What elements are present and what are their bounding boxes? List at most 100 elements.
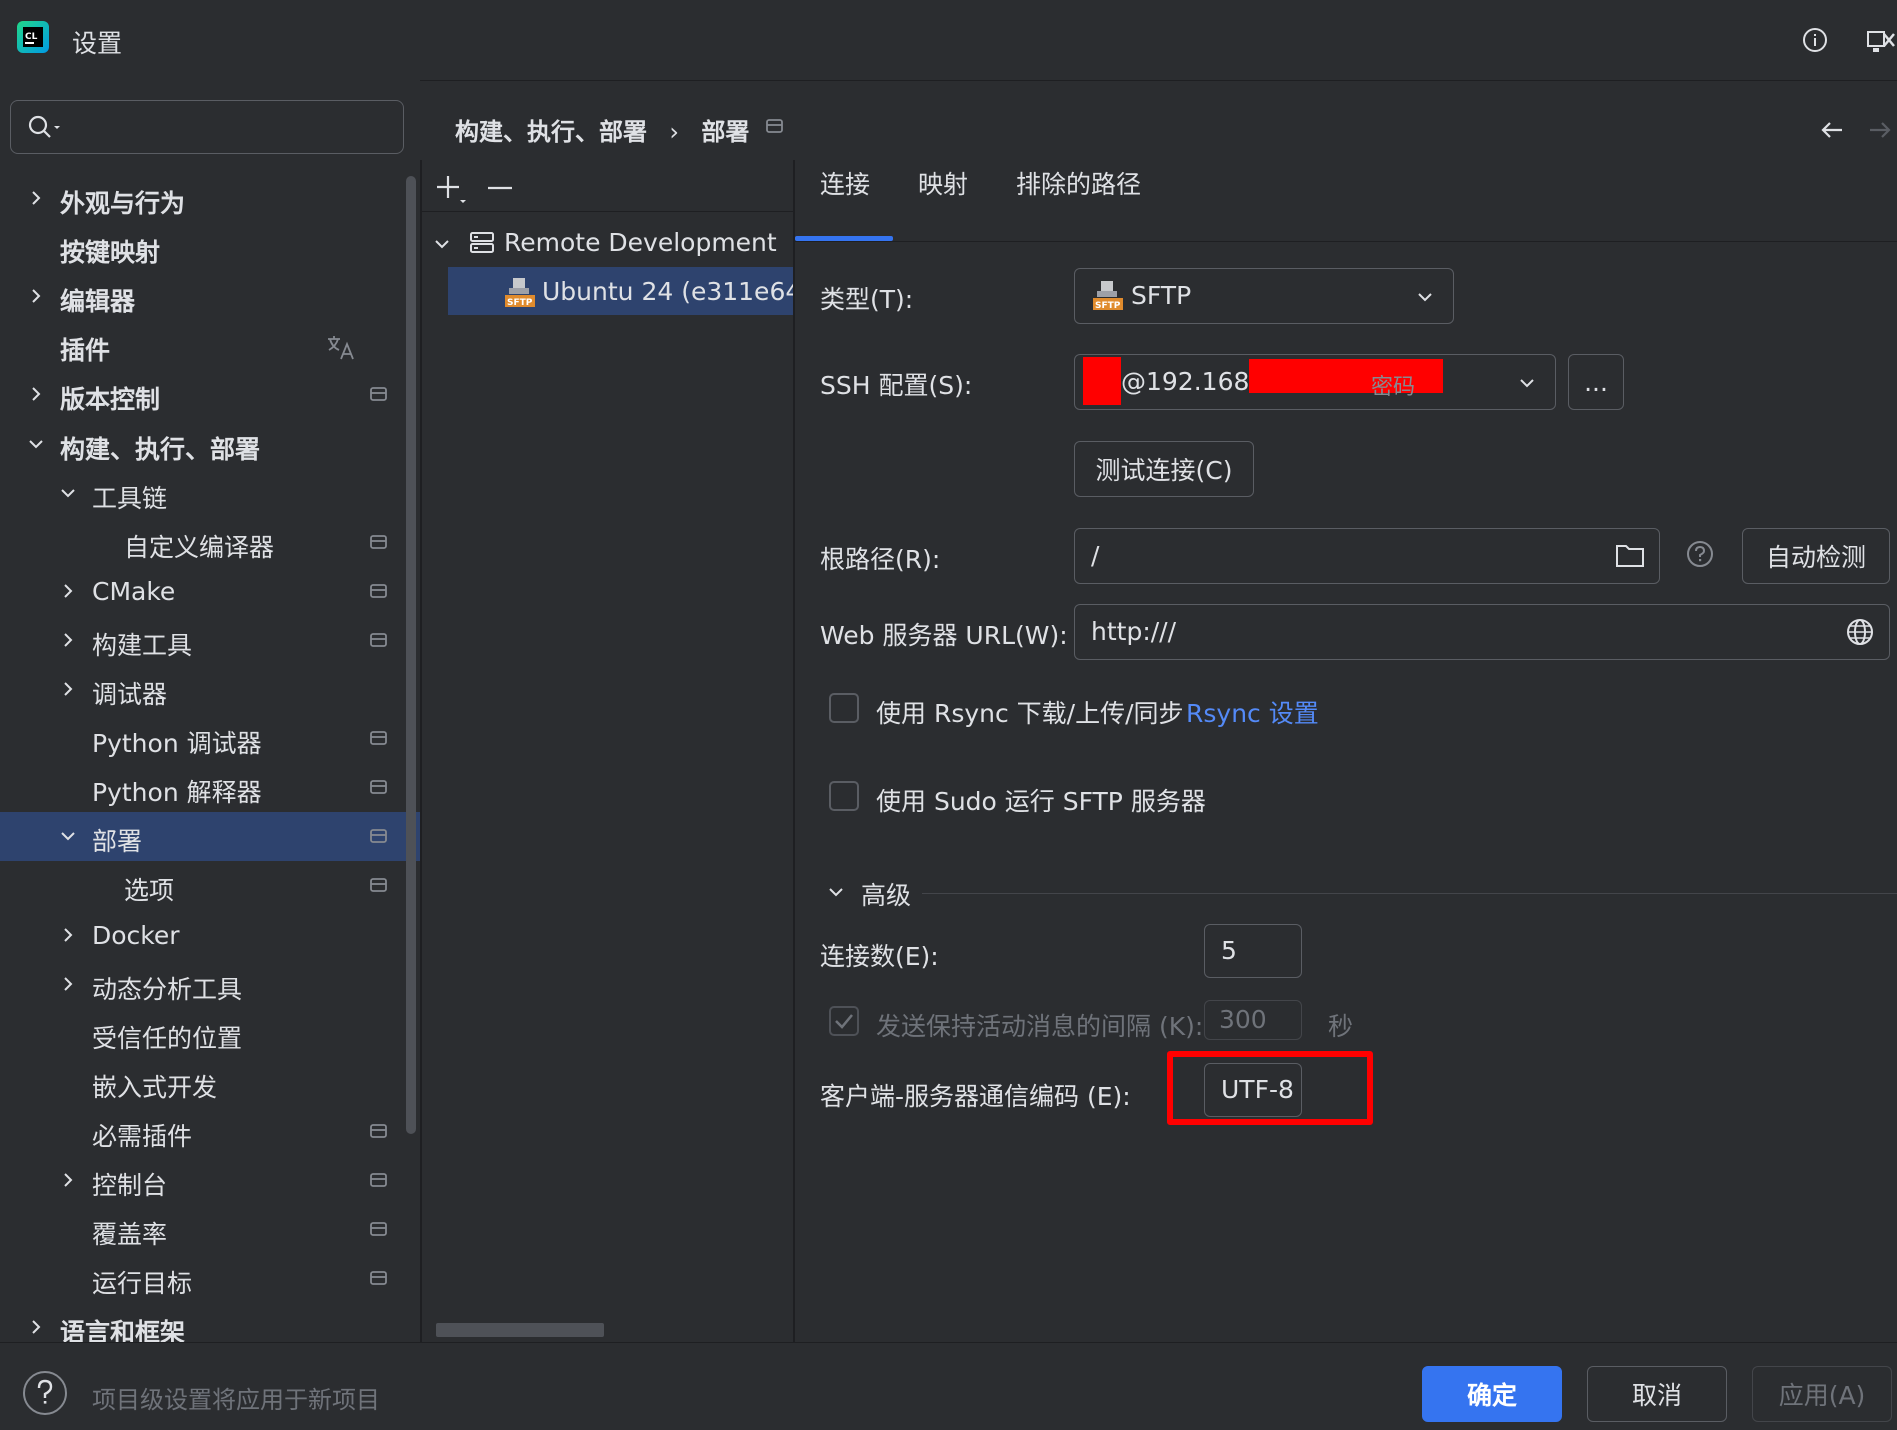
chevron-down-icon[interactable] — [826, 882, 846, 902]
sidebar-item[interactable]: 构建工具 — [0, 616, 420, 665]
auto-detect-button[interactable]: 自动检测 — [1742, 528, 1890, 584]
chevron-right-icon[interactable] — [58, 925, 78, 945]
sidebar-item[interactable]: 版本控制 — [0, 370, 420, 419]
chevron-right-icon[interactable] — [58, 1170, 78, 1190]
sidebar-item[interactable]: 构建、执行、部署 — [0, 420, 420, 469]
advanced-section-title[interactable]: 高级 — [861, 876, 911, 912]
ssh-config-more-button[interactable]: ... — [1568, 354, 1624, 410]
back-arrow-icon[interactable] — [1818, 116, 1846, 144]
tab-connection[interactable]: 连接 — [820, 165, 870, 201]
sidebar-item-label: 控制台 — [92, 1171, 168, 1200]
sidebar-item[interactable]: 动态分析工具 — [0, 960, 420, 1009]
type-label: 类型(T): — [820, 285, 914, 314]
sidebar-item-label: 构建、执行、部署 — [60, 434, 261, 464]
add-server-icon[interactable] — [434, 172, 468, 206]
chevron-down-icon — [1517, 373, 1537, 393]
server-group-icon — [469, 230, 495, 256]
chevron-down-icon[interactable] — [432, 234, 452, 254]
project-level-icon — [370, 632, 388, 648]
ok-button[interactable]: 确定 — [1422, 1366, 1562, 1422]
sidebar-item[interactable]: 控制台 — [0, 1156, 420, 1205]
rsync-label: 使用 Rsync 下载/上传/同步 — [876, 699, 1184, 728]
server-list-scrollbar[interactable] — [436, 1323, 604, 1337]
project-level-icon — [766, 118, 784, 134]
sidebar-item[interactable]: Python 调试器 — [0, 714, 420, 763]
web-url-input[interactable]: http:/// — [1074, 604, 1890, 660]
sidebar-scrollbar[interactable] — [406, 176, 416, 1134]
project-level-icon — [370, 583, 388, 599]
sidebar-item[interactable]: 工具链 — [0, 469, 420, 518]
server-group-label[interactable]: Remote Development — [504, 228, 777, 257]
cancel-button[interactable]: 取消 — [1587, 1366, 1727, 1422]
sidebar-item[interactable]: 编辑器 — [0, 272, 420, 321]
sidebar-item[interactable]: 受信任的位置 — [0, 1009, 420, 1058]
chevron-right-icon[interactable] — [58, 679, 78, 699]
sidebar-item-label: 必需插件 — [92, 1121, 193, 1151]
sidebar-item[interactable]: Python 解释器 — [0, 763, 420, 812]
type-select[interactable]: SFTP SFTP — [1074, 268, 1454, 324]
project-level-icon — [370, 1221, 388, 1237]
sidebar-item[interactable]: 外观与行为 — [0, 174, 420, 223]
sidebar-item[interactable]: 运行目标 — [0, 1254, 420, 1303]
connections-input[interactable]: 5 — [1204, 924, 1302, 978]
chevron-right-icon[interactable] — [58, 630, 78, 650]
ssh-password-hint: 密码 — [1371, 375, 1416, 400]
forward-arrow-icon[interactable] — [1866, 116, 1894, 144]
sidebar-item[interactable]: CMake — [0, 567, 420, 616]
sidebar-item-label: 选项 — [124, 876, 175, 906]
tab-mappings[interactable]: 映射 — [918, 165, 968, 201]
globe-icon[interactable] — [1845, 617, 1875, 647]
sidebar-item[interactable]: 部署 — [0, 812, 420, 862]
sidebar-item-label: Python 解释器 — [92, 778, 262, 808]
sidebar-item[interactable]: 按键映射 — [0, 223, 420, 272]
sidebar-item-label: 编辑器 — [60, 287, 136, 317]
test-connection-button[interactable]: 测试连接(C) — [1074, 441, 1254, 497]
chevron-right-icon[interactable] — [26, 188, 46, 208]
sidebar-item[interactable]: 必需插件 — [0, 1107, 420, 1156]
root-path-input[interactable]: / — [1074, 528, 1660, 584]
help-icon[interactable] — [22, 1370, 68, 1416]
connections-value: 5 — [1221, 936, 1237, 965]
search-input[interactable] — [10, 100, 404, 154]
window-layout-icon[interactable] — [1866, 26, 1897, 56]
chevron-right-icon[interactable] — [26, 1317, 46, 1337]
ssh-config-select[interactable]: @192.168.1 密码 — [1074, 354, 1556, 410]
sidebar-item[interactable]: 调试器 — [0, 665, 420, 714]
apply-button[interactable]: 应用(A) — [1752, 1366, 1892, 1422]
sidebar-item[interactable]: 自定义编译器 — [0, 518, 420, 567]
rsync-checkbox[interactable] — [829, 693, 859, 723]
project-level-icon — [370, 877, 388, 893]
project-level-icon — [370, 828, 388, 844]
chevron-down-icon[interactable] — [58, 826, 78, 846]
sidebar-item[interactable]: 选项 — [0, 861, 420, 910]
folder-icon[interactable] — [1615, 541, 1645, 569]
sidebar-item[interactable]: 嵌入式开发 — [0, 1058, 420, 1107]
highlight-box — [1167, 1051, 1373, 1125]
sidebar-item[interactable]: 插件 — [0, 321, 420, 370]
sidebar-item-label: 调试器 — [92, 680, 168, 709]
sidebar-item[interactable]: 覆盖率 — [0, 1205, 420, 1254]
sidebar-item-label: 嵌入式开发 — [92, 1072, 218, 1102]
remove-server-icon[interactable] — [486, 174, 514, 202]
chevron-right-icon[interactable] — [26, 384, 46, 404]
svg-text:SFTP: SFTP — [1095, 301, 1121, 311]
sudo-label: 使用 Sudo 运行 SFTP 服务器 — [876, 787, 1206, 816]
info-icon[interactable] — [1801, 26, 1829, 54]
chevron-down-icon[interactable] — [58, 483, 78, 503]
sidebar-item-label: CMake — [92, 576, 176, 606]
chevron-right-icon[interactable] — [26, 286, 46, 306]
chevron-right-icon[interactable] — [58, 974, 78, 994]
rsync-settings-link[interactable]: Rsync 设置 — [1186, 694, 1319, 730]
tab-excluded-paths[interactable]: 排除的路径 — [1016, 165, 1141, 201]
help-icon[interactable] — [1686, 540, 1714, 568]
sudo-checkbox[interactable] — [829, 781, 859, 811]
sftp-icon: SFTP — [1093, 279, 1123, 311]
sidebar-item-label: 覆盖率 — [92, 1220, 168, 1250]
project-level-icon — [370, 730, 388, 746]
keepalive-checkbox — [829, 1006, 859, 1036]
sidebar-item-label: Python 调试器 — [92, 729, 262, 759]
breadcrumb-parent[interactable]: 构建、执行、部署 — [455, 118, 647, 146]
chevron-right-icon[interactable] — [58, 581, 78, 601]
sidebar-item[interactable]: Docker — [0, 911, 420, 960]
chevron-down-icon[interactable] — [26, 434, 46, 454]
